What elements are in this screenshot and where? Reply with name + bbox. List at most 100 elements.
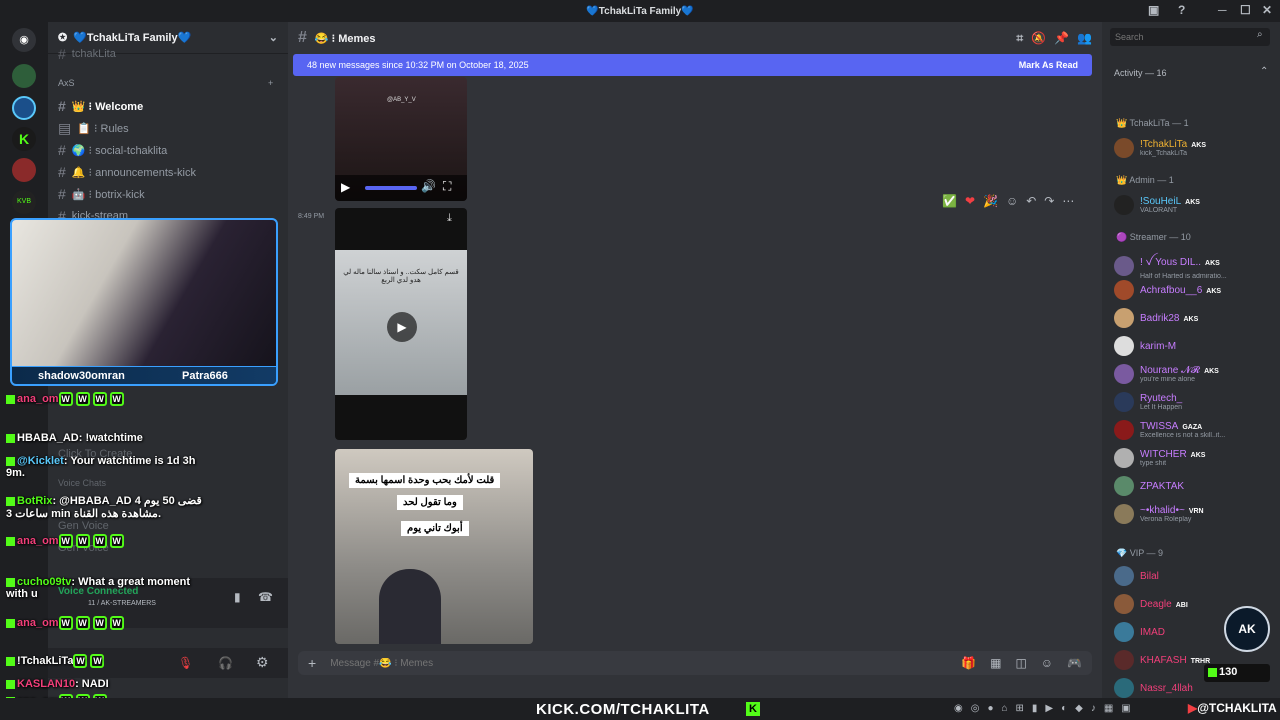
member-name-text: Deagle (1140, 598, 1172, 610)
member-item[interactable]: !TchakLiTa AKS kick_TchakLiTa (1114, 138, 1274, 158)
w-emote-icon: W (92, 616, 107, 630)
member-item[interactable]: WITCHER AKS type shit (1114, 448, 1274, 468)
member-name: Nourane 𝓝𝓡 AKS (1140, 365, 1270, 376)
member-item[interactable]: Badrik28 AKS (1114, 308, 1274, 328)
add-channel-icon[interactable]: + (268, 78, 273, 88)
channel-header: # 😂 ⁝ Memes ⌗ 🔕 📌 👥 (288, 22, 1102, 54)
new-messages-banner[interactable]: 48 new messages since 10:32 PM on Octobe… (293, 54, 1092, 76)
heart-reaction-icon[interactable]: ❤ (965, 194, 975, 208)
video-attachment[interactable]: ⤓ قسم كامل سكت.. و استاذ سالنا ماله لي ه… (335, 208, 467, 440)
voice-channel: 11 / AK-STREAMERS (88, 600, 156, 607)
volume-slider[interactable] (365, 186, 417, 190)
avatar (1114, 476, 1134, 496)
channel-partial[interactable]: # tchakLita (58, 46, 116, 62)
forward-icon[interactable]: ↷ (1044, 194, 1054, 208)
w-emote-icon: W (109, 392, 124, 406)
add-reaction-icon[interactable]: ☺ (1006, 194, 1018, 208)
check-reaction-icon[interactable]: ✅ (942, 194, 957, 208)
server-icon-active[interactable] (12, 96, 36, 120)
member-item[interactable]: ZPAKTAK (1114, 476, 1274, 496)
kick-server-icon[interactable]: K (12, 127, 36, 151)
video-caption: قسم كامل سكت.. و استاذ سالنا ماله لي هدو… (343, 269, 459, 284)
member-status: kick_TchakLiTa (1140, 150, 1188, 157)
kick-badge-icon (6, 456, 15, 466)
more-icon[interactable]: ⋯ (1062, 194, 1074, 208)
minimize-button[interactable]: ─ (1218, 3, 1227, 17)
image-caption-line: وما تقول لحد (397, 495, 463, 510)
settings-gear-icon[interactable]: ⚙ (256, 654, 269, 671)
kick-badge-icon (6, 433, 15, 443)
gif-icon[interactable]: ▦ (990, 656, 1001, 670)
play-icon[interactable]: ▶ (387, 312, 417, 342)
volume-icon[interactable]: 🔊 (421, 179, 436, 193)
chevron-down-icon[interactable]: ⌄ (269, 31, 278, 44)
channel-label: 🤖 ⁝ botrix-kick (71, 188, 145, 201)
member-tag: GAZA (1182, 424, 1203, 431)
avatar (1114, 256, 1134, 276)
sticker-icon[interactable]: ◫ (1015, 656, 1026, 670)
member-item[interactable]: ~•khalid•~ VRN Verona Roleplay (1114, 504, 1274, 524)
reply-icon[interactable]: ↶ (1026, 194, 1036, 208)
discord-home-icon[interactable]: ◉ (12, 28, 36, 52)
party-reaction-icon[interactable]: 🎉 (983, 194, 998, 208)
server-icon[interactable] (12, 64, 36, 88)
maximize-button[interactable]: ☐ (1240, 3, 1251, 17)
mark-as-read-button[interactable]: Mark As Read (1019, 60, 1078, 70)
member-item[interactable]: karim-M (1114, 336, 1274, 356)
emoji-icon[interactable]: ☺ (1041, 656, 1053, 670)
play-icon[interactable]: ▶ (341, 180, 350, 194)
avatar (1114, 622, 1134, 642)
chevron-up-icon[interactable]: ⌃ (1260, 66, 1268, 77)
help-icon[interactable]: ? (1178, 3, 1185, 17)
category-voice-chats[interactable]: Voice Chats (58, 478, 106, 488)
avatar (1114, 566, 1134, 586)
search-input[interactable] (1110, 28, 1270, 46)
activity-header[interactable]: Activity — 16 (1114, 68, 1167, 78)
signal-icon[interactable]: ▮ (234, 590, 241, 604)
channel-social[interactable]: # 🌍 ⁝ social-tchaklita (58, 142, 167, 158)
channel-welcome[interactable]: # 👑 ⁝ Welcome (58, 98, 143, 114)
channel-botrix[interactable]: # 🤖 ⁝ botrix-kick (58, 186, 145, 202)
kick-icon (1208, 667, 1217, 677)
category-label: AxS (58, 78, 75, 88)
member-item[interactable]: Ryutech_ Let It Happen (1114, 392, 1274, 412)
inbox-icon[interactable]: ▣ (1148, 3, 1159, 17)
download-icon[interactable]: ⤓ (447, 212, 452, 225)
chat-username: ana_om (17, 535, 59, 547)
deafen-icon[interactable]: 🎧 (218, 656, 233, 670)
pin-icon[interactable]: 📌 (1054, 31, 1069, 45)
channel-rules[interactable]: ▤ 📋 ⁝ Rules (58, 120, 129, 137)
apps-icon[interactable]: 🎮 (1067, 656, 1082, 670)
member-item[interactable]: Achrafbou__6 AKS (1114, 280, 1274, 300)
server-icon[interactable]: KVB (12, 190, 36, 214)
message-actions: ✅ ❤ 🎉 ☺ ↶ ↷ ⋯ (942, 190, 1082, 212)
w-emote-icon: W (92, 392, 107, 406)
members-icon[interactable]: 👥 (1077, 31, 1092, 45)
kick-badge-icon (6, 618, 15, 628)
notifications-icon[interactable]: 🔕 (1031, 31, 1046, 45)
channel-announcements[interactable]: # 🔔 ⁝ announcements-kick (58, 164, 196, 180)
threads-icon[interactable]: ⌗ (1016, 31, 1023, 46)
member-item[interactable]: !SouHeiL AKS VALORANT (1114, 195, 1274, 215)
message-input[interactable] (330, 657, 948, 669)
member-item[interactable]: Bilal (1114, 566, 1274, 586)
server-name: 💙TchakLiTa Family💙 (73, 32, 192, 44)
video-attachment[interactable]: @AB_Y_V ▶ 🔊 ⛶ (335, 77, 467, 201)
add-attachment-icon[interactable]: + (308, 655, 316, 671)
server-icon[interactable] (12, 158, 36, 182)
close-button[interactable]: ✕ (1262, 3, 1272, 17)
fullscreen-icon[interactable]: ⛶ (443, 179, 451, 194)
member-item[interactable]: TWISSA GAZA Excellence is not a skill..it.… (1114, 420, 1274, 440)
channel-gen-voice[interactable]: Gen Voice (58, 520, 109, 532)
kick-badge-icon (6, 536, 15, 546)
viewer-number: 130 (1219, 666, 1238, 678)
avatar (1114, 336, 1134, 356)
message-timestamp: 8:49 PM (298, 213, 325, 220)
channel-label: 🔔 ⁝ announcements-kick (71, 166, 196, 179)
disconnect-icon[interactable]: ☎ (258, 590, 273, 604)
gift-icon[interactable]: 🎁 (961, 656, 976, 670)
member-item[interactable]: Nourane 𝓝𝓡 AKS you're mine alone (1114, 364, 1274, 384)
category-axs[interactable]: AxS + (58, 78, 273, 88)
image-attachment[interactable]: قلت لأمك بحب وحدة اسمها بسمة وما تقول لح… (335, 449, 533, 644)
member-item[interactable]: ! ꪜ Yous DIL.. AKS Half of Harted is admir… (1114, 252, 1274, 280)
